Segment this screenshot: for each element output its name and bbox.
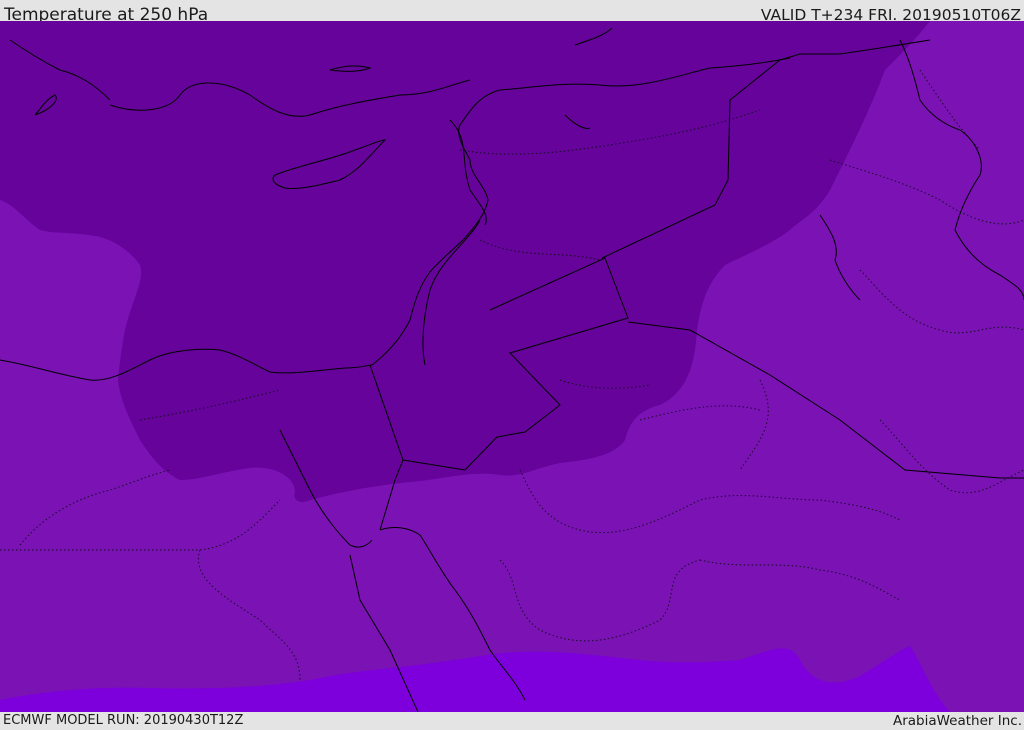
model-run-label: ECMWF MODEL RUN: 20190430T12Z <box>3 713 244 728</box>
footer-bar: ECMWF MODEL RUN: 20190430T12Z ArabiaWeat… <box>0 712 1024 729</box>
credit-label: ArabiaWeather Inc. <box>892 713 1022 729</box>
temperature-map <box>0 21 1024 712</box>
header-bar: Temperature at 250 hPa VALID T+234 FRI. … <box>0 0 1024 25</box>
